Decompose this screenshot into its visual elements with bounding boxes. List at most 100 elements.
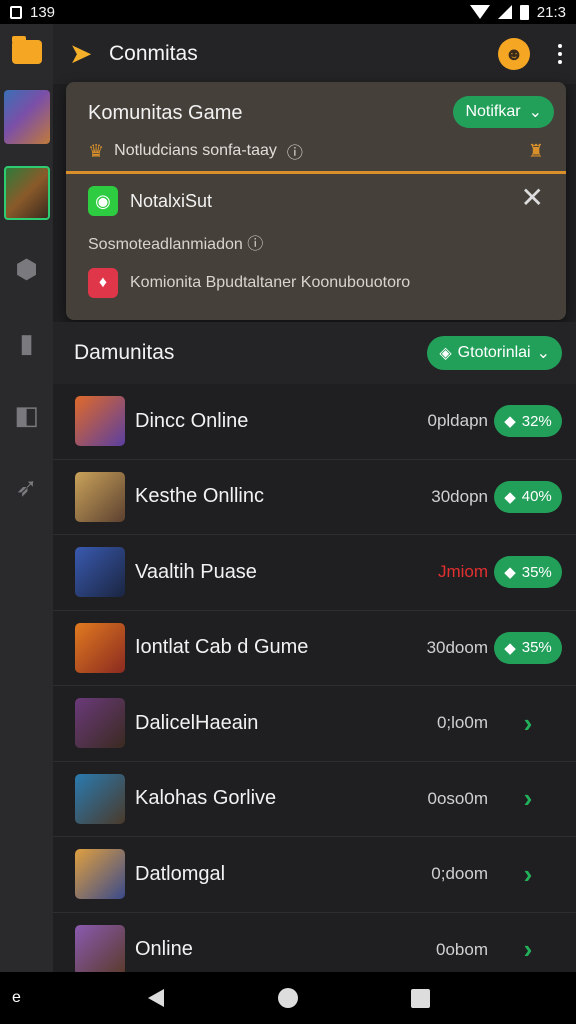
rail-gamepad-item[interactable]: ⬢ [0,254,53,285]
more-options-icon[interactable] [558,44,562,64]
gem-icon: ◆ [504,488,516,506]
game-thumbnail [75,547,125,598]
status-time-right: 21:3 [536,3,566,21]
game-thumbnail [75,396,125,447]
game-name: Iontlat Cab d Gume [135,636,309,659]
game-meta: 30doom [426,637,488,657]
notification-card: Komunitas Game Notifkar ⌄ ♛ Notludcians … [66,82,566,320]
game-meta: 0oso0m [427,788,488,808]
game-thumbnail [3,166,50,220]
back-icon[interactable] [148,989,164,1007]
rocket-icon: ➶ [15,472,38,502]
game-name: Datlomgal [135,862,226,885]
gem-icon: ◆ [504,564,516,582]
alert-icon: ♦ [88,268,118,298]
list-item[interactable]: Vaaltih Puase Jmiom ◆ 35% [53,535,576,611]
gem-icon: ◆ [504,639,516,657]
chevron-down-icon: ⌄ [528,104,542,121]
filter-icon: ◈ [439,345,452,362]
game-meta: 0obom [436,939,488,959]
app-title: Conmitas [109,42,198,65]
battery-icon [519,4,529,20]
badge-value: 40% [521,488,552,506]
gem-icon: ◆ [504,413,516,431]
info-icon: ⓘ [247,236,264,253]
list-item[interactable]: Kesthe Onllinc 30dopn ◆ 40% [53,460,576,535]
percent-badge: ◆ 32% [494,405,562,438]
game-thumbnail [75,471,125,522]
badge-icon: ♜ [527,140,544,161]
chevron-right-icon: › [523,783,533,814]
notification-button-label: Notifkar [465,103,521,120]
notification-dropdown-button[interactable]: Notifkar ⌄ [453,96,554,128]
game-thumbnail [3,90,50,144]
list-item[interactable]: DalicelHaeain 0;lo0m › [53,686,576,762]
game-meta: Jmiom [437,562,488,582]
notification-subtitle: Notludcians sonfa-taay [114,142,277,159]
close-icon[interactable]: ✕ [521,184,544,212]
status-bar: 139 21:3 [0,0,576,24]
wifi-icon [469,5,490,19]
gallery-icon [10,5,22,19]
home-icon[interactable] [278,988,298,1008]
avatar[interactable]: ☻ [498,38,530,70]
game-thumbnail [75,698,125,749]
chat-icon: ◧ [14,400,39,430]
rail-game-item-1[interactable] [0,90,53,144]
game-name: Online [135,938,193,961]
percent-badge: ◆ 40% [494,480,562,513]
game-name: Dincc Online [135,409,249,432]
gamepad-icon: ⬢ [15,254,38,284]
nav-left-glyph: e [12,989,21,1006]
list-item[interactable]: Datlomgal 0;doom › [53,837,576,913]
notification-card-title: NotalxiSut [130,190,213,211]
filter-label: Gtotorinlai [457,344,531,361]
game-meta: 0pldapn [427,411,488,431]
recent-apps-icon[interactable] [411,988,430,1008]
list-item[interactable]: Iontlat Cab d Gume 30doom ◆ 35% [53,611,576,686]
chevron-down-icon: ⌄ [536,345,550,362]
signal-icon [497,5,512,19]
list-item[interactable]: Dincc Online 0pldapn ◆ 32% [53,384,576,460]
game-name: Kesthe Onllinc [135,485,264,508]
game-name: Vaaltih Puase [135,560,257,583]
game-meta: 0;lo0m [436,713,488,733]
badge-value: 32% [521,412,552,430]
rail-chat-item[interactable]: ◧ [0,400,53,431]
info-icon: ⓘ [286,145,303,162]
game-name: Kalohas Gorlive [135,787,277,810]
chevron-right-icon: › [523,858,533,889]
notification-card-message: Komionita Bpudtaltaner Koonubouotoro [130,274,411,291]
status-time-left: 139 [30,3,56,21]
side-rail: ⬢ ▮ ◧ ➶ [0,24,53,972]
section-title: Damunitas [74,341,175,364]
game-meta: 0;doom [431,864,488,884]
game-thumbnail [75,924,125,972]
chevron-right-icon: › [523,934,533,965]
chat-bubble-icon: ◉ [88,186,118,216]
game-thumbnail [75,622,125,673]
app-logo-icon: ➤ [69,38,93,69]
rail-folder-item[interactable] [0,36,53,64]
crown-icon: ♛ [88,140,105,161]
app-bar: ➤ Conmitas ☻ [53,24,576,84]
game-list: Dincc Online 0pldapn ◆ 32% Kesthe Onllinc… [53,384,576,972]
badge-value: 35% [521,639,552,657]
rail-rocket-item[interactable]: ➶ [0,472,53,503]
list-item[interactable]: Kalohas Gorlive 0oso0m › [53,762,576,837]
rail-game-item-2[interactable] [0,166,53,220]
folder-icon [11,36,42,64]
game-name: DalicelHaeain [135,711,259,734]
list-item[interactable]: Online 0obom › [53,913,576,972]
percent-badge: ◆ 35% [494,631,562,664]
chevron-right-icon: › [523,707,533,738]
book-icon: ▮ [19,328,34,358]
game-thumbnail [75,773,125,824]
percent-badge: ◆ 35% [494,556,562,589]
notification-card-text: Sosmoteadlanmiadon [88,236,243,253]
filter-dropdown-button[interactable]: ◈ Gtotorinlai ⌄ [427,336,562,370]
game-thumbnail [75,849,125,900]
navigation-bar: e [0,972,576,1024]
badge-value: 35% [521,563,552,581]
rail-book-item[interactable]: ▮ [0,328,53,359]
